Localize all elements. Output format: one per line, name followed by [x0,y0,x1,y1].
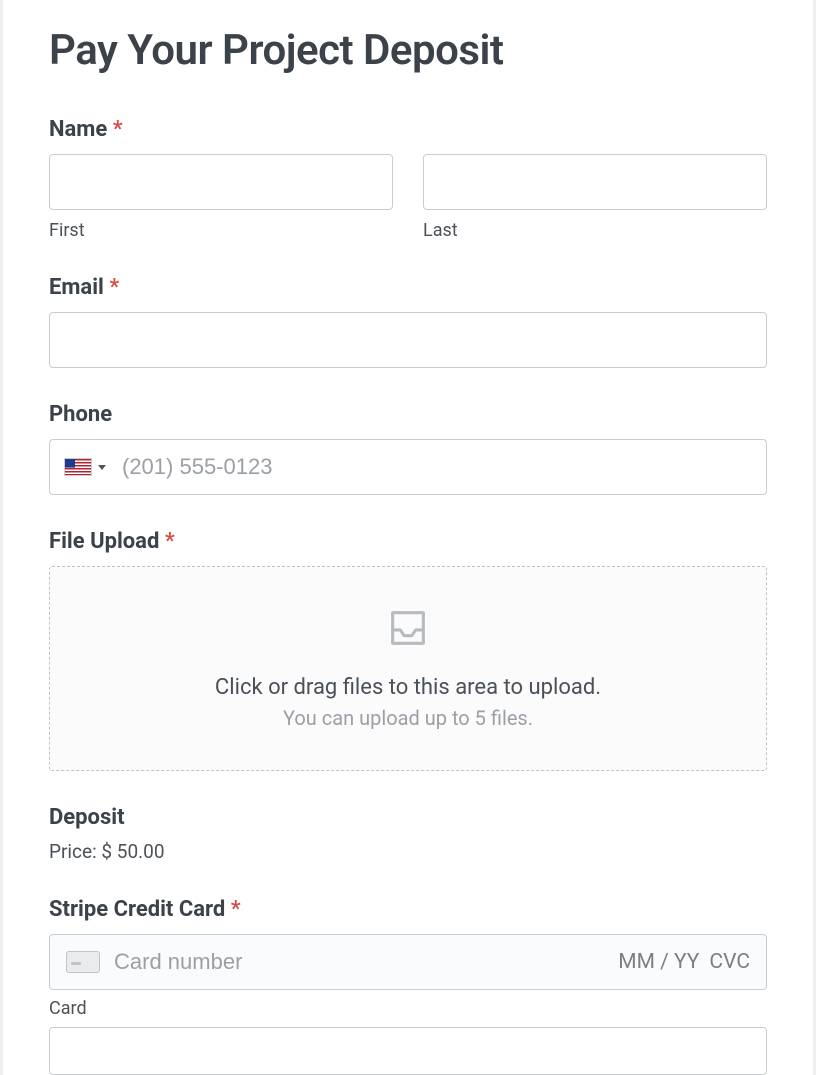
us-flag-icon [64,458,92,476]
first-name-input[interactable] [49,154,393,210]
phone-field: Phone [49,402,767,495]
last-name-sublabel: Last [423,220,767,241]
email-label-text: Email [49,275,104,300]
name-label-text: Name [49,117,107,142]
file-upload-required-mark: * [165,529,175,554]
page-title: Pay Your Project Deposit [49,26,767,75]
credit-card-icon [66,951,100,973]
email-required-mark: * [109,275,119,300]
card-expiry-placeholder: MM / YY [618,950,699,974]
file-upload-field: File Upload * Click or drag files to thi… [49,529,767,771]
email-field: Email * [49,275,767,368]
card-number-input[interactable] [114,949,604,975]
deposit-label: Deposit [49,805,767,830]
phone-input-wrapper [49,439,767,495]
card-field: Stripe Credit Card * MM / YY CVC Card [49,897,767,1019]
country-select-button[interactable] [50,440,118,494]
card-sublabel: Card [49,998,767,1019]
name-field: Name * First Last [49,117,767,241]
card-input-wrapper: MM / YY CVC [49,934,767,990]
card-label: Stripe Credit Card * [49,897,767,922]
phone-label: Phone [49,402,767,427]
card-expiry-cvc-hint[interactable]: MM / YY CVC [618,950,750,974]
name-label: Name * [49,117,767,142]
file-upload-dropzone[interactable]: Click or drag files to this area to uplo… [49,566,767,771]
first-name-sublabel: First [49,220,393,241]
upload-instruction-text: Click or drag files to this area to uplo… [70,675,746,700]
card-cvc-placeholder: CVC [709,950,750,974]
file-upload-label-text: File Upload [49,529,159,554]
email-input[interactable] [49,312,767,368]
file-upload-label: File Upload * [49,529,767,554]
deposit-field: Deposit Price: $ 50.00 [49,805,767,863]
card-label-text: Stripe Credit Card [49,897,225,922]
deposit-price-text: Price: $ 50.00 [49,840,767,863]
deposit-form-page: Pay Your Project Deposit Name * First La… [0,0,816,1075]
chevron-down-icon [98,465,106,470]
inbox-icon [385,605,431,655]
last-name-input[interactable] [423,154,767,210]
phone-input[interactable] [118,440,766,494]
name-required-mark: * [113,117,123,142]
next-input[interactable] [49,1027,767,1075]
upload-limit-text: You can upload up to 5 files. [70,706,746,730]
email-label: Email * [49,275,767,300]
card-required-mark: * [231,897,241,922]
